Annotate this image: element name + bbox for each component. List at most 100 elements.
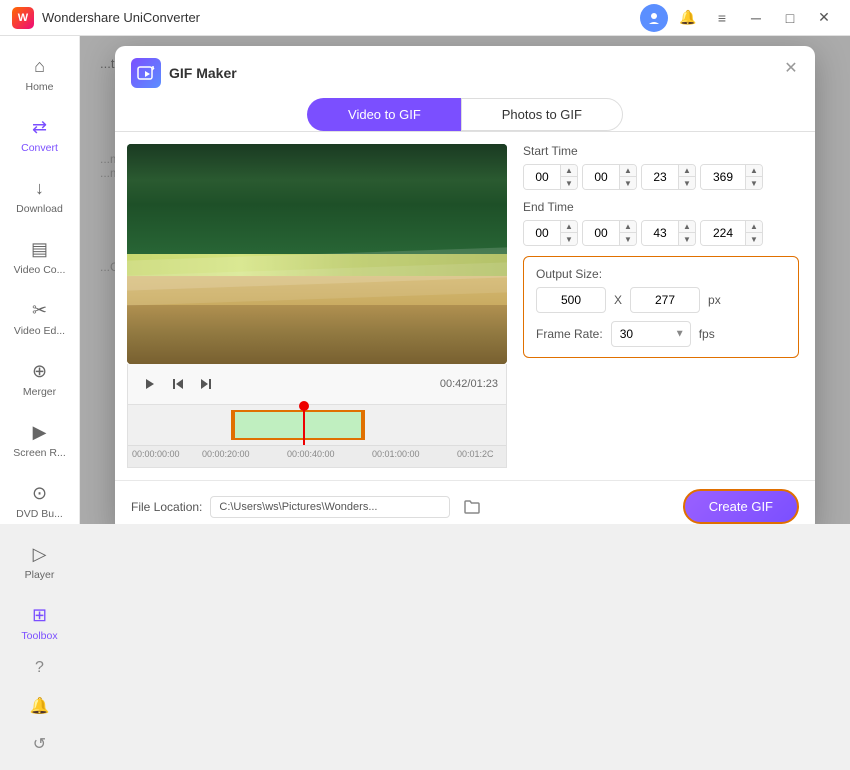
start-min-arrows: ▲ ▼ xyxy=(619,165,636,189)
end-hour-spinner[interactable]: ▲ ▼ xyxy=(523,220,578,246)
timeline-handle-left[interactable] xyxy=(231,410,235,440)
timeline-track[interactable] xyxy=(128,405,506,445)
main-layout: ⌂ Home ⇄ Convert ↓ Download ▤ Video Co..… xyxy=(0,36,850,524)
file-location-input[interactable] xyxy=(210,496,450,518)
timeline-needle[interactable] xyxy=(303,405,305,445)
timeline-handle-right[interactable] xyxy=(361,410,365,440)
sidebar-item-home[interactable]: ⌂ Home xyxy=(6,46,73,103)
folder-browse-button[interactable] xyxy=(458,493,486,521)
start-min-up[interactable]: ▲ xyxy=(620,165,636,177)
end-time-section: End Time ▲ ▼ xyxy=(523,200,799,246)
output-size-label: Output Size: xyxy=(536,267,786,281)
next-frame-button[interactable] xyxy=(192,370,220,398)
toolbox-icon: ⊞ xyxy=(32,605,47,626)
download-icon: ↓ xyxy=(35,178,44,199)
minimize-button[interactable]: ─ xyxy=(742,4,770,32)
start-min-down[interactable]: ▼ xyxy=(620,177,636,189)
maximize-button[interactable]: □ xyxy=(776,4,804,32)
sidebar-item-convert[interactable]: ⇄ Convert xyxy=(6,107,73,164)
start-ms-input[interactable] xyxy=(701,165,745,189)
tab-photos-to-gif[interactable]: Photos to GIF xyxy=(461,98,623,131)
create-gif-button[interactable]: Create GIF xyxy=(683,489,799,524)
fps-unit-label: fps xyxy=(699,327,715,341)
modal-close-button[interactable]: ✕ xyxy=(779,56,803,80)
end-sec-spinner[interactable]: ▲ ▼ xyxy=(641,220,696,246)
timeline-ruler: 00:00:00:00 00:00:20:00 00:00:40:00 00:0… xyxy=(128,445,506,467)
end-sec-arrows: ▲ ▼ xyxy=(678,221,695,245)
gif-maker-modal: GIF Maker ✕ Video to GIF Photos to GIF xyxy=(115,46,815,524)
content-area: ...tor 🔴 ...metadata ...metadata ...CD. xyxy=(80,36,850,524)
prev-frame-button[interactable] xyxy=(164,370,192,398)
end-ms-up[interactable]: ▲ xyxy=(746,221,762,233)
modal-body: 00:42/01:23 xyxy=(115,132,815,480)
play-button[interactable] xyxy=(136,370,164,398)
end-sec-input[interactable] xyxy=(642,221,678,245)
start-ms-up[interactable]: ▲ xyxy=(746,165,762,177)
dvd-icon: ⊙ xyxy=(32,483,47,504)
timeline-selection[interactable] xyxy=(233,410,363,440)
video-beach-scene xyxy=(127,144,507,364)
start-ms-arrows: ▲ ▼ xyxy=(745,165,762,189)
sidebar-item-video-edit[interactable]: ✂ Video Ed... xyxy=(6,290,73,347)
help-icon[interactable]: ? xyxy=(26,654,54,682)
start-sec-arrows: ▲ ▼ xyxy=(678,165,695,189)
start-time-label: Start Time xyxy=(523,144,799,158)
end-ms-input[interactable] xyxy=(701,221,745,245)
end-min-down[interactable]: ▼ xyxy=(620,233,636,245)
end-hour-up[interactable]: ▲ xyxy=(561,221,577,233)
end-sec-down[interactable]: ▼ xyxy=(679,233,695,245)
sidebar-item-dvd-burn[interactable]: ⊙ DVD Bu... xyxy=(6,473,73,530)
close-button[interactable]: ✕ xyxy=(810,4,838,32)
end-time-label: End Time xyxy=(523,200,799,214)
output-height-input[interactable] xyxy=(630,287,700,313)
end-min-spinner[interactable]: ▲ ▼ xyxy=(582,220,637,246)
start-min-input[interactable] xyxy=(583,165,619,189)
user-icon[interactable] xyxy=(640,4,668,32)
sidebar-item-toolbox[interactable]: ⊞ Toolbox xyxy=(6,595,73,652)
fps-select[interactable]: 15 24 30 60 xyxy=(611,321,691,347)
tab-video-to-gif[interactable]: Video to GIF xyxy=(307,98,461,131)
start-ms-spinner[interactable]: ▲ ▼ xyxy=(700,164,763,190)
notification-icon[interactable]: 🔔 xyxy=(26,692,54,720)
file-location-label: File Location: xyxy=(131,500,202,514)
start-min-spinner[interactable]: ▲ ▼ xyxy=(582,164,637,190)
refresh-icon[interactable]: ↺ xyxy=(26,730,54,758)
sidebar-item-screen-record[interactable]: ▶ Screen R... xyxy=(6,412,73,469)
sidebar-item-download[interactable]: ↓ Download xyxy=(6,168,73,225)
modal-title: GIF Maker xyxy=(169,65,237,81)
start-hour-up[interactable]: ▲ xyxy=(561,165,577,177)
app-title: Wondershare UniConverter xyxy=(42,10,640,25)
modal-title-icon xyxy=(131,58,161,88)
bell-icon[interactable]: 🔔 xyxy=(674,4,702,32)
window-controls: 🔔 ≡ ─ □ ✕ xyxy=(640,4,838,32)
start-sec-input[interactable] xyxy=(642,165,678,189)
size-unit-label: px xyxy=(708,293,721,307)
player-icon: ▷ xyxy=(33,544,47,565)
end-min-input[interactable] xyxy=(583,221,619,245)
controls-bar: 00:42/01:23 xyxy=(127,364,507,405)
start-time-inputs: ▲ ▼ ▲ ▼ xyxy=(523,164,799,190)
sidebar-item-video-compress[interactable]: ▤ Video Co... xyxy=(6,229,73,286)
end-ms-spinner[interactable]: ▲ ▼ xyxy=(700,220,763,246)
sidebar-item-merger[interactable]: ⊕ Merger xyxy=(6,351,73,408)
output-width-input[interactable] xyxy=(536,287,606,313)
start-hour-input[interactable] xyxy=(524,165,560,189)
end-min-up[interactable]: ▲ xyxy=(620,221,636,233)
end-sec-up[interactable]: ▲ xyxy=(679,221,695,233)
start-sec-up[interactable]: ▲ xyxy=(679,165,695,177)
ruler-mark-3: 00:01:00:00 xyxy=(372,449,420,459)
start-sec-spinner[interactable]: ▲ ▼ xyxy=(641,164,696,190)
app-logo: W xyxy=(12,7,34,29)
end-hour-down[interactable]: ▼ xyxy=(561,233,577,245)
end-hour-input[interactable] xyxy=(524,221,560,245)
start-hour-spinner[interactable]: ▲ ▼ xyxy=(523,164,578,190)
sidebar-item-player[interactable]: ▷ Player xyxy=(6,534,73,591)
home-icon: ⌂ xyxy=(34,56,45,77)
start-hour-down[interactable]: ▼ xyxy=(561,177,577,189)
ruler-mark-2: 00:00:40:00 xyxy=(287,449,335,459)
timeline-container: 00:00:00:00 00:00:20:00 00:00:40:00 00:0… xyxy=(127,405,507,468)
start-sec-down[interactable]: ▼ xyxy=(679,177,695,189)
menu-icon[interactable]: ≡ xyxy=(708,4,736,32)
end-ms-down[interactable]: ▼ xyxy=(746,233,762,245)
start-ms-down[interactable]: ▼ xyxy=(746,177,762,189)
